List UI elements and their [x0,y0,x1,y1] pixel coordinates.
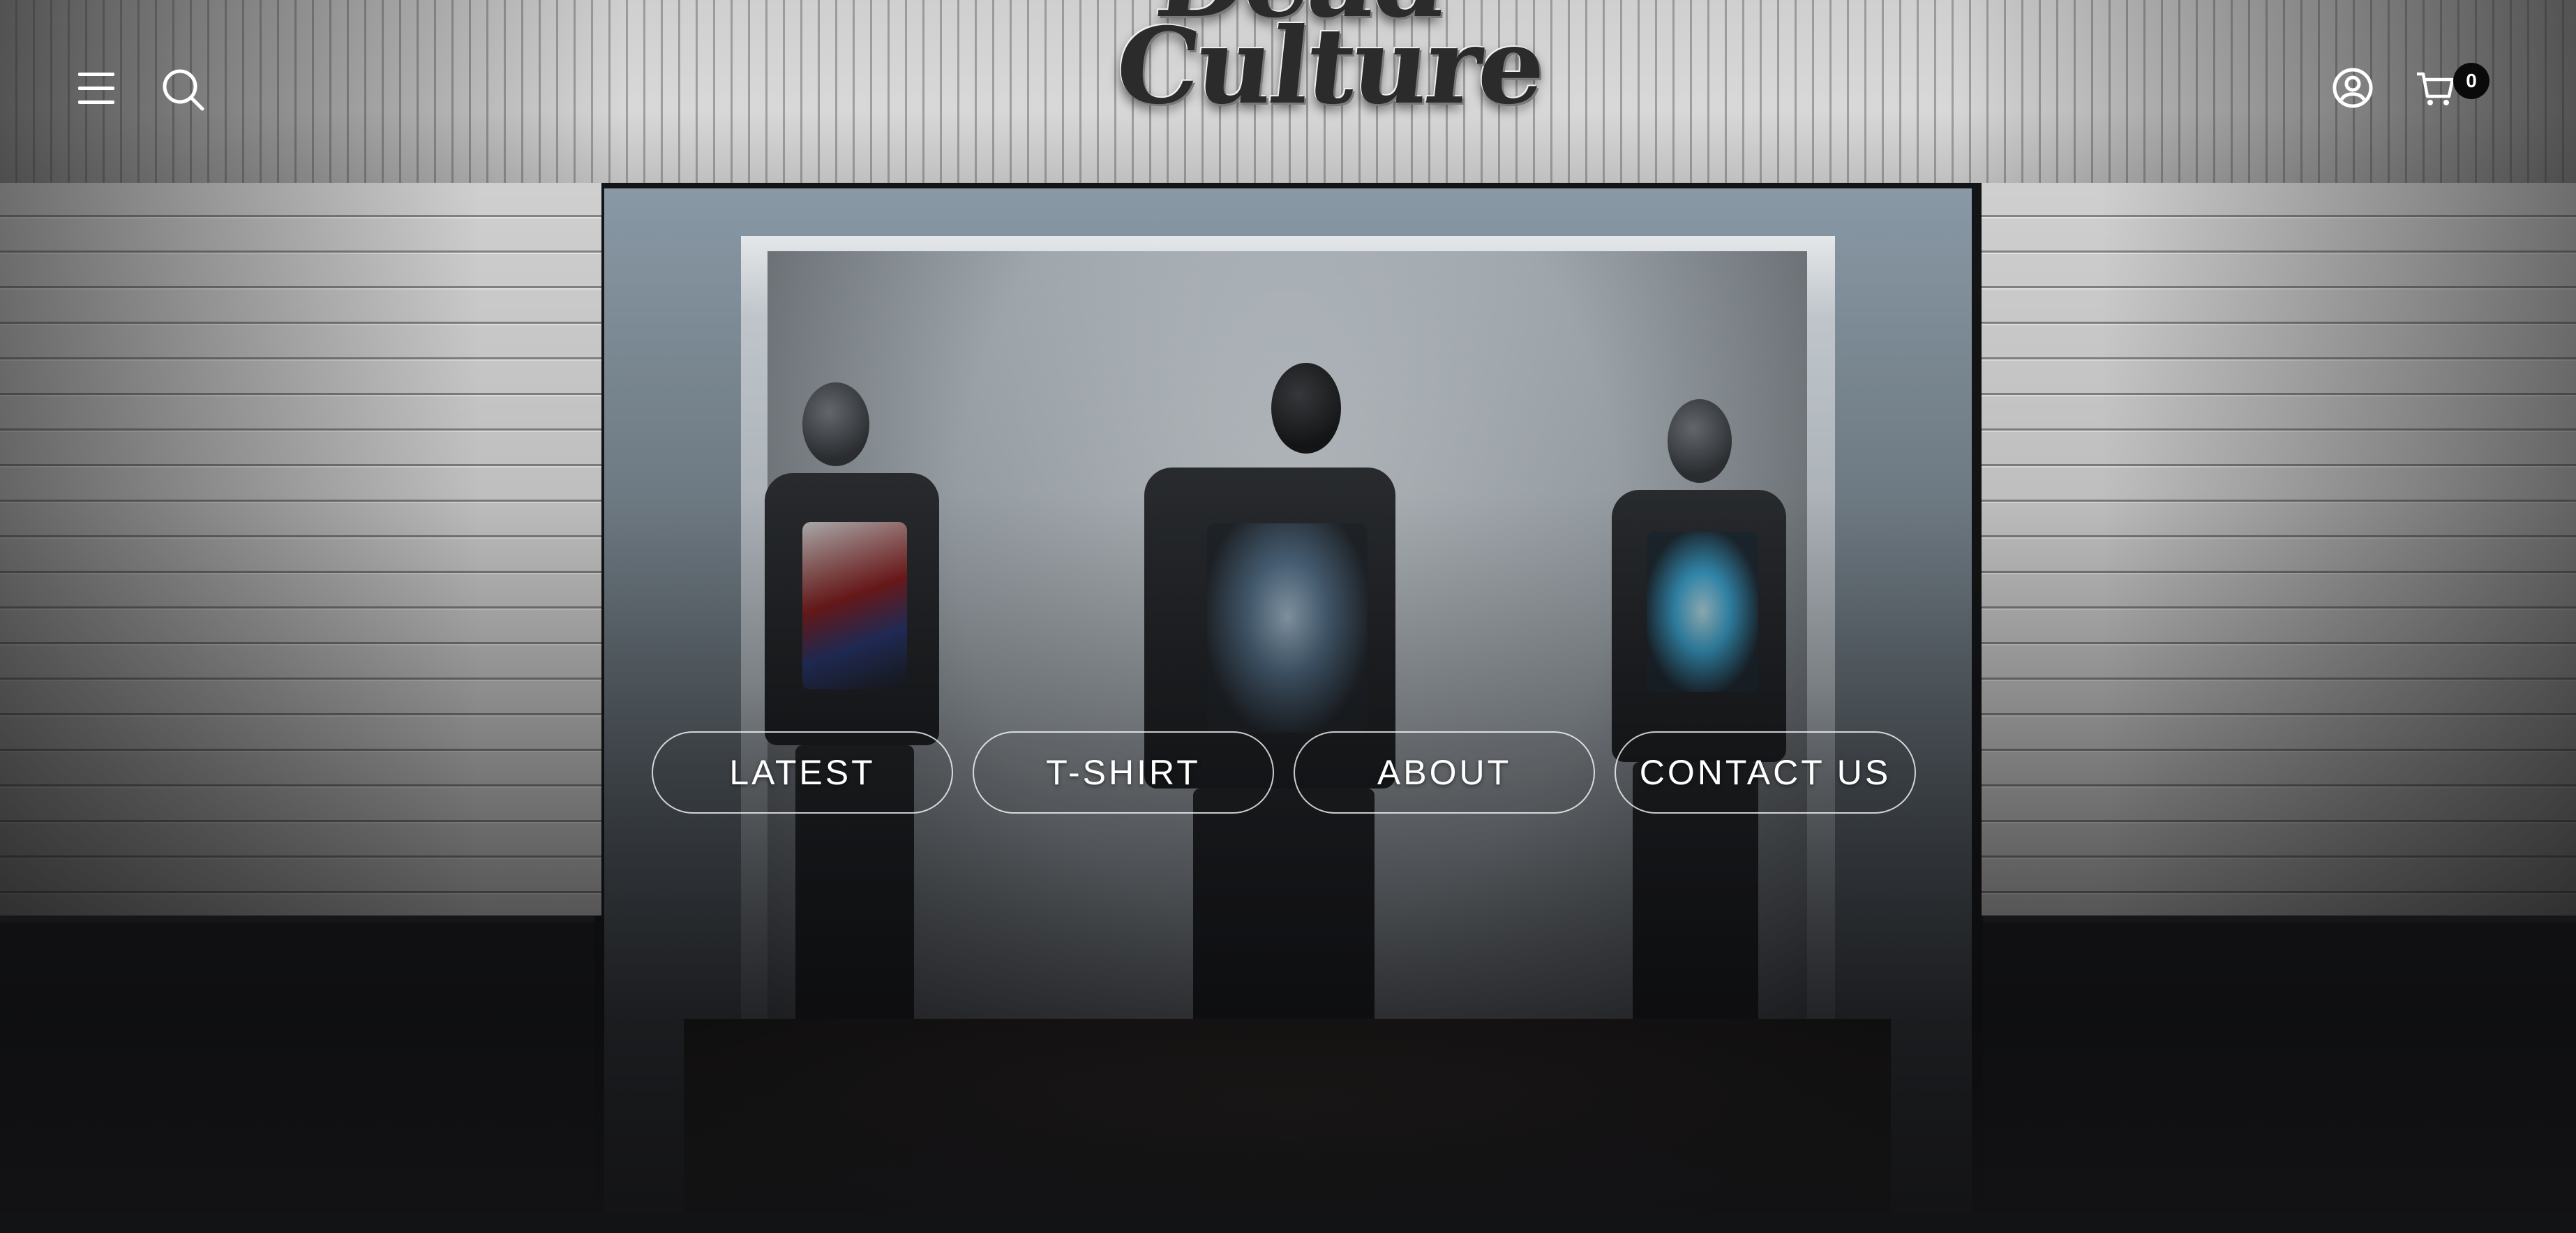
cart-count-badge: 0 [2453,63,2489,99]
about-button[interactable]: ABOUT [1294,731,1595,814]
hero-banner [0,0,2576,1233]
latest-button[interactable]: LATEST [652,731,953,814]
bottom-strip [0,1213,2576,1233]
t-shirt-button[interactable]: T-SHIRT [973,731,1274,814]
search-icon[interactable] [160,67,205,112]
contact-us-button[interactable]: CONTACT US [1615,731,1916,814]
hamburger-menu-icon[interactable] [78,73,114,105]
shopping-cart-icon[interactable] [2416,70,2455,107]
site-header: Dead Culture 0 [0,0,2576,183]
hero-gradient-overlay [0,0,2576,1233]
logo-line-2: Culture [1110,5,1550,128]
user-account-icon[interactable] [2332,67,2374,109]
brand-logo[interactable]: Dead Culture [1109,0,1550,140]
